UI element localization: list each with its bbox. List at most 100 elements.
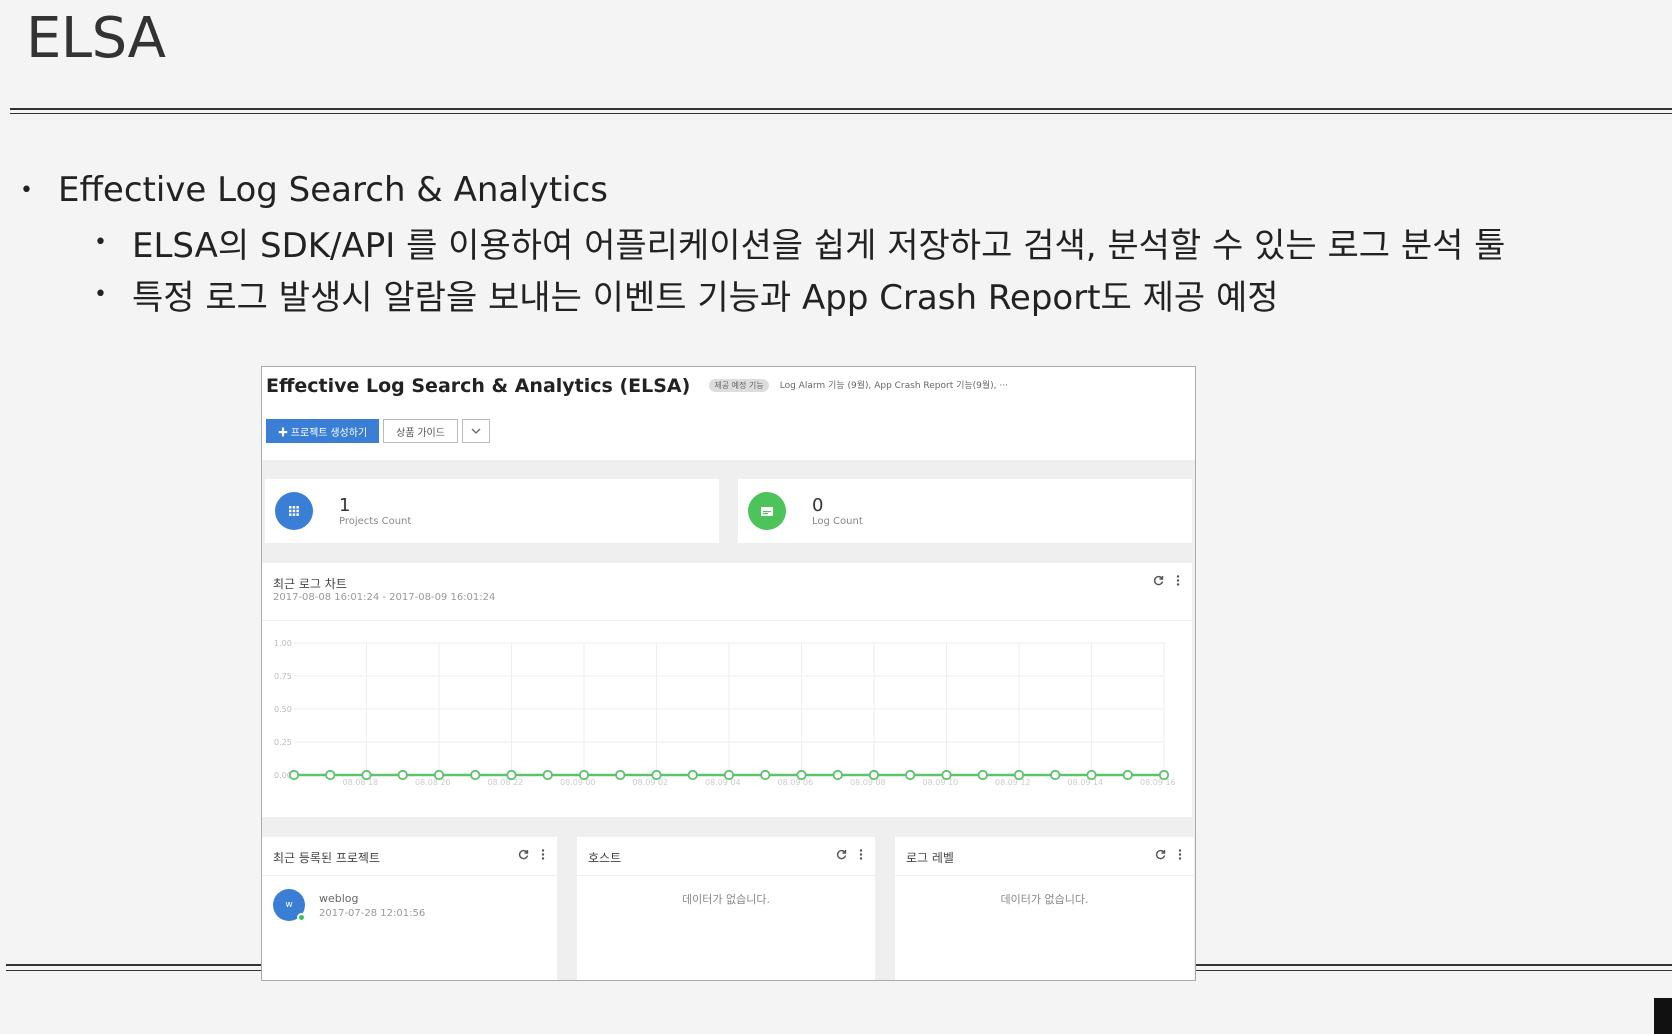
screenshot-header: Effective Log Search & Analytics (ELSA) … [262, 367, 1195, 460]
x-tick-label: 08.09 12 [995, 778, 1031, 787]
x-tick-label: 08.09 00 [560, 778, 596, 787]
data-point [1050, 769, 1061, 781]
bullet-sub-text: 특정 로그 발생시 알람을 보내는 이벤트 기능과 App Crash Repo… [132, 277, 1279, 318]
refresh-icon[interactable] [1153, 575, 1164, 589]
data-point [397, 769, 408, 781]
recent-log-chart-card: 최근 로그 차트 2017-08-08 16:01:24 - 2017-08-0… [262, 563, 1192, 817]
data-point [433, 769, 445, 781]
stat-row: 1 Projects Count 0 Log Count [262, 479, 1195, 543]
log-line-chart: 1.000.750.500.250.0008.08 18 08.08 20 08.0… [274, 639, 1176, 787]
refresh-icon[interactable] [836, 849, 847, 863]
refresh-icon[interactable] [518, 849, 529, 863]
bullet-dot: • [20, 177, 33, 203]
data-point [868, 769, 880, 781]
corner-block [1654, 998, 1672, 1034]
hosts-card: 호스트 데이터가 없습니다. [577, 837, 875, 980]
card-tools [836, 849, 863, 863]
product-guide-button[interactable]: 상품 가이드 [383, 419, 458, 443]
refresh-icon[interactable] [1155, 849, 1166, 863]
title-rule-thin [10, 113, 1672, 114]
create-project-button[interactable]: ✚ 프로젝트 생성하기 [266, 419, 380, 443]
bullet-main: • Effective Log Search & Analytics [20, 168, 1670, 212]
upcoming-tag: 제공 예정 기능 [709, 379, 769, 392]
upcoming-note: Log Alarm 기능 (9월), App Crash Report 기능(9… [779, 381, 1008, 391]
bullet-sub-text: ELSA의 SDK/API 를 이용하여 어플리케이션을 쉽게 저장하고 검색,… [132, 225, 1506, 266]
project-date: 2017-07-28 12:01:56 [319, 907, 426, 919]
data-point [905, 769, 916, 781]
data-point [288, 769, 300, 781]
data-point [723, 769, 735, 781]
online-status-dot [297, 913, 306, 922]
bottom-cards: 최근 등록된 프로젝트 w weblog 2017-07-28 12:01:56… [262, 837, 1195, 980]
data-point [651, 769, 662, 781]
card-divider [262, 875, 557, 876]
elsa-screenshot: Effective Log Search & Analytics (ELSA) … [261, 366, 1196, 981]
projects-count-value: 1 [339, 495, 351, 516]
hosts-empty-text: 데이터가 없습니다. [682, 893, 770, 906]
projects-count-label: Projects Count [339, 516, 412, 527]
y-tick-label: 0.50 [274, 705, 292, 714]
card-tools [518, 849, 545, 863]
card-divider [895, 875, 1194, 876]
log-level-card: 로그 레벨 데이터가 없습니다. [895, 837, 1194, 980]
data-point [1086, 769, 1097, 781]
bullet-main-text: Effective Log Search & Analytics [58, 170, 609, 210]
chart-card-title: 최근 로그 차트 [273, 577, 347, 591]
project-name: weblog [319, 891, 359, 905]
more-vertical-icon[interactable] [1178, 849, 1182, 863]
bullet-dot: • [94, 229, 107, 255]
more-vertical-icon[interactable] [541, 849, 545, 863]
log-level-empty-text: 데이터가 없습니다. [1000, 893, 1089, 906]
grid-icon [275, 492, 313, 530]
recent-projects-title: 최근 등록된 프로젝트 [273, 851, 380, 865]
x-tick-label: 08.09 14 [1068, 778, 1104, 787]
x-tick-label: 08.09 06 [778, 778, 814, 787]
bullet-list: • Effective Log Search & Analytics • ELS… [20, 168, 1670, 320]
data-point [977, 769, 988, 781]
more-vertical-icon[interactable] [859, 849, 863, 863]
data-point [1158, 769, 1170, 781]
data-point [615, 769, 626, 781]
stat-projects: 1 Projects Count [265, 479, 719, 543]
data-point [578, 769, 590, 781]
x-tick-label: 08.08 22 [488, 778, 524, 787]
chart-date-range: 2017-08-08 16:01:24 - 2017-08-09 16:01:2… [273, 592, 496, 603]
more-vertical-icon[interactable] [1176, 575, 1180, 589]
x-tick-label: 08.09 04 [705, 778, 741, 787]
data-point [760, 769, 771, 781]
y-tick-label: 0.25 [274, 738, 292, 747]
hosts-title: 호스트 [588, 851, 622, 865]
log-count-label: Log Count [812, 516, 863, 527]
x-tick-label: 08.09 10 [923, 778, 959, 787]
log-count-value: 0 [812, 495, 824, 516]
log-level-title: 로그 레벨 [906, 851, 954, 865]
x-tick-label: 08.08 20 [415, 778, 451, 787]
card-tools [1155, 849, 1182, 863]
avatar-letter: w [285, 900, 293, 910]
screenshot-toolbar: ✚ 프로젝트 생성하기 상품 가이드 [266, 419, 490, 443]
x-tick-label: 08.08 18 [343, 778, 379, 787]
data-point [1122, 769, 1133, 781]
data-point [1013, 769, 1025, 781]
log-icon [748, 492, 786, 530]
avatar: w [273, 889, 306, 922]
project-list-item[interactable]: w weblog 2017-07-28 12:01:56 [273, 889, 426, 922]
data-point [361, 769, 372, 781]
chart-card-tools [1153, 575, 1180, 589]
bullet-sub: • 특정 로그 발생시 알람을 보내는 이벤트 기능과 App Crash Re… [94, 268, 1670, 320]
data-point [542, 769, 553, 781]
x-tick-label: 08.09 08 [850, 778, 886, 787]
chevron-down-icon[interactable] [461, 419, 490, 443]
bullet-dot: • [94, 281, 107, 307]
title-rule [10, 108, 1672, 110]
slide-title: ELSA [26, 6, 166, 71]
x-tick-label: 08.09 02 [633, 778, 669, 787]
card-divider [577, 875, 875, 876]
data-point [941, 769, 952, 781]
data-point [470, 769, 481, 781]
x-tick-label: 08.09 16 [1140, 778, 1176, 787]
bullet-sub: • ELSA의 SDK/API 를 이용하여 어플리케이션을 쉽게 저장하고 검… [94, 216, 1670, 268]
stat-logs: 0 Log Count [738, 479, 1192, 543]
y-tick-label: 0.75 [274, 672, 292, 681]
data-point [325, 769, 336, 781]
